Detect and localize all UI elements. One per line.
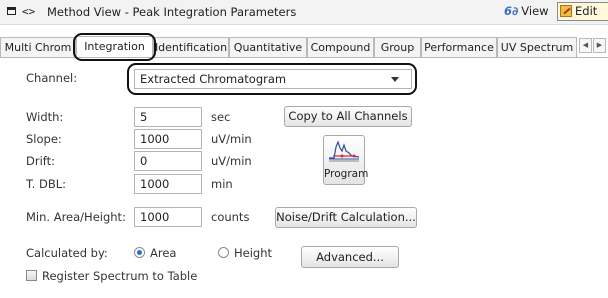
- tab-identification[interactable]: Identification: [153, 37, 229, 57]
- width-label: Width:: [26, 110, 64, 124]
- chromatogram-icon: [329, 140, 360, 162]
- tab-scroll-arrows: ◀ ▶: [579, 38, 608, 55]
- tab-compound[interactable]: Compound: [307, 37, 374, 57]
- advanced-button[interactable]: Advanced...: [301, 246, 399, 268]
- edit-button[interactable]: Edit: [557, 2, 608, 21]
- code-icon[interactable]: <>: [22, 5, 35, 18]
- view-button[interactable]: 6∂ View: [504, 4, 549, 18]
- tdbl-label: T. DBL:: [26, 177, 66, 191]
- slope-label: Slope:: [26, 132, 62, 146]
- width-unit: sec: [211, 110, 231, 124]
- slope-unit: uV/min: [211, 132, 252, 146]
- view-icon: 6∂: [504, 4, 519, 18]
- height-radio[interactable]: [218, 247, 229, 258]
- tab-uv-spectrum[interactable]: UV Spectrum: [497, 37, 577, 57]
- tdbl-input[interactable]: 1000: [134, 174, 202, 194]
- program-label: Program: [324, 168, 369, 180]
- view-label: View: [521, 4, 549, 18]
- drift-input[interactable]: 0: [134, 151, 202, 171]
- edit-icon: [560, 5, 572, 17]
- tdbl-unit: min: [211, 177, 233, 191]
- integration-tab-highlight: [73, 33, 156, 61]
- drift-unit: uV/min: [211, 154, 252, 168]
- area-radio-label[interactable]: Area: [150, 246, 176, 260]
- tab-performance[interactable]: Performance: [421, 37, 497, 57]
- min-area-label: Min. Area/Height:: [26, 210, 126, 224]
- tab-quantitative[interactable]: Quantitative: [229, 37, 307, 57]
- window-icon[interactable]: [7, 7, 16, 15]
- program-button[interactable]: Program: [323, 135, 369, 185]
- slope-input[interactable]: 1000: [134, 129, 202, 149]
- copy-to-all-channels-button[interactable]: Copy to All Channels: [284, 106, 412, 127]
- channel-label: Channel:: [26, 71, 78, 85]
- min-area-unit: counts: [211, 210, 250, 224]
- width-input[interactable]: 5: [134, 107, 202, 127]
- area-radio[interactable]: [134, 247, 145, 258]
- channel-select-highlight: [127, 63, 417, 95]
- height-radio-label[interactable]: Height: [234, 246, 272, 260]
- register-spectrum-checkbox[interactable]: [26, 270, 37, 281]
- tab-scroll-left-icon[interactable]: ◀: [579, 38, 592, 53]
- calculated-by-label: Calculated by:: [26, 246, 108, 260]
- tab-scroll-right-icon[interactable]: ▶: [593, 38, 606, 53]
- noise-drift-calculation-button[interactable]: Noise/Drift Calculation...: [275, 207, 417, 228]
- register-spectrum-label[interactable]: Register Spectrum to Table: [42, 269, 197, 283]
- min-area-input[interactable]: 1000: [134, 207, 202, 227]
- tab-group[interactable]: Group: [374, 37, 421, 57]
- tab-multi-chrom[interactable]: Multi Chrom: [0, 37, 76, 57]
- window-title: Method View - Peak Integration Parameter…: [47, 5, 297, 19]
- drift-label: Drift:: [26, 154, 56, 168]
- edit-label: Edit: [575, 4, 598, 18]
